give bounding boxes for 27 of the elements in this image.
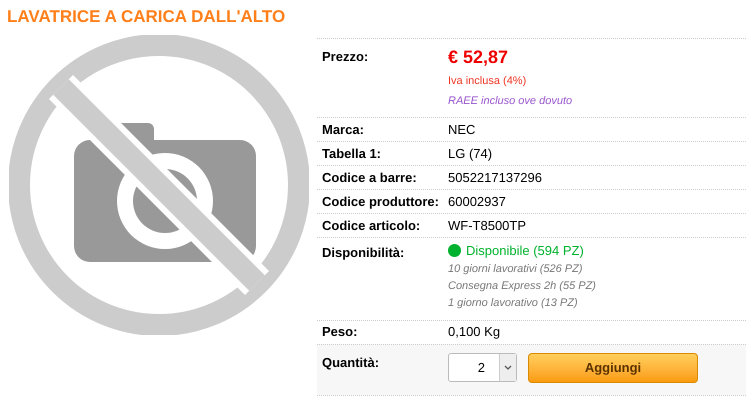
product-title: LAVATRICE A CARICA DALL'ALTO	[7, 7, 286, 26]
price: € 52,87	[448, 46, 510, 69]
field-value: NEC	[448, 120, 476, 139]
field-value: LG (74)	[448, 144, 492, 163]
field-label: Quantità:	[322, 354, 380, 370]
add-button[interactable]: Aggiungi	[528, 352, 698, 382]
delivery-option: 1 giorno lavorativo (13 PZ)	[448, 294, 596, 312]
no-photo-icon	[8, 35, 308, 335]
field-label: Marca:	[322, 122, 364, 136]
field-value: 60002937	[448, 192, 506, 211]
raee-note: RAEE incluso ove dovuto	[448, 94, 572, 108]
field-label: Peso:	[322, 324, 358, 339]
field-label: Tabella 1:	[322, 146, 382, 160]
field-label: Codice a barre:	[322, 170, 417, 184]
field-label: Disponibilità:	[322, 245, 404, 260]
field-label: Codice produttore:	[322, 194, 439, 208]
field-value: WF-T8500TP	[448, 216, 526, 235]
delivery-option: Consegna Express 2h (55 PZ)	[448, 278, 596, 294]
chevron-down-icon	[504, 365, 512, 370]
quantity-select[interactable]: 2	[448, 353, 517, 382]
delivery-option: 10 giorni lavorativi (526 PZ)	[448, 260, 596, 278]
availability-status: Disponibile (594 PZ)	[466, 242, 584, 260]
field-value: 5052217137296	[448, 168, 542, 187]
field-value: 0,100 Kg	[448, 323, 500, 342]
field-label: Codice articolo:	[322, 218, 420, 232]
vat-note: Iva inclusa (4%)	[448, 74, 528, 89]
field-label: Prezzo:	[322, 49, 368, 64]
